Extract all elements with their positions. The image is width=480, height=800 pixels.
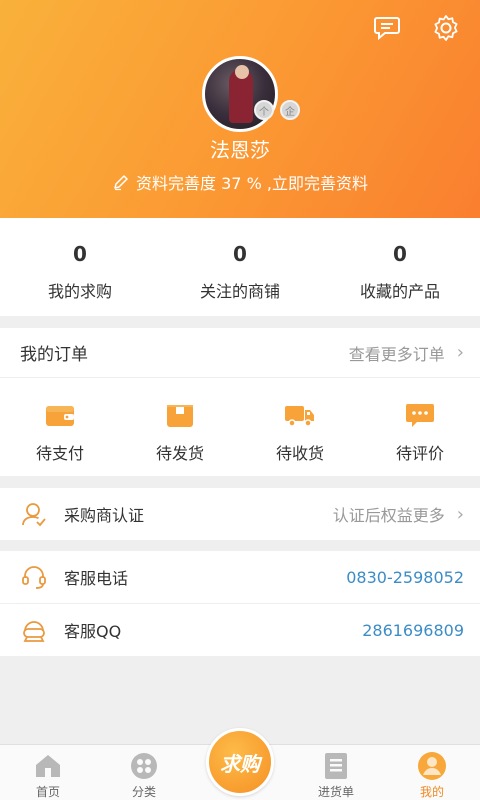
tab-purchase-list[interactable]: 进货单 — [288, 745, 384, 800]
avatar-head — [235, 65, 249, 79]
orders-title: 我的订单 — [20, 345, 88, 365]
headset-icon — [20, 564, 48, 590]
qq-service-icon — [20, 617, 48, 643]
orders-section: 我的订单 查看更多订单 › 待支付 待发货 待收货 待评价 — [0, 328, 480, 476]
category-icon — [129, 751, 159, 781]
message-icon[interactable] — [372, 14, 402, 42]
stat-label: 我的求购 — [47, 282, 112, 301]
order-pending-payment[interactable]: 待支付 — [0, 378, 120, 476]
personal-badge: 个 — [254, 100, 274, 120]
stat-label: 收藏的产品 — [359, 282, 440, 301]
stat-value: 0 — [73, 242, 87, 266]
user-verify-icon — [20, 501, 48, 527]
order-status-label: 待发货 — [155, 444, 204, 463]
order-pending-shipment[interactable]: 待发货 — [120, 378, 240, 476]
order-status-label: 待支付 — [35, 444, 84, 463]
order-pending-receipt[interactable]: 待收货 — [240, 378, 360, 476]
order-pending-review[interactable]: 待评价 — [360, 378, 480, 476]
request-purchase-button[interactable]: 求购 — [206, 728, 274, 796]
comment-icon — [405, 402, 435, 428]
stat-value: 0 — [233, 242, 247, 266]
service-phone-number[interactable]: 0830-2598052 — [346, 568, 464, 587]
wallet-icon — [45, 402, 75, 428]
certification-hint: 认证后权益更多 — [332, 506, 445, 525]
profile-icon — [417, 751, 447, 781]
username: 法恩莎 — [210, 138, 270, 162]
chevron-right-icon: › — [456, 503, 464, 525]
buyer-certification-label: 采购商认证 — [64, 506, 145, 525]
service-phone-row[interactable]: 客服电话 0830-2598052 — [0, 551, 480, 603]
tab-label: 分类 — [131, 785, 156, 799]
tab-label: 我的 — [419, 785, 444, 799]
complete-profile-link[interactable]: 资料完善度 37 % ,立即完善资料 — [0, 170, 480, 194]
stat-label: 关注的商铺 — [199, 282, 280, 301]
avatar[interactable] — [202, 56, 278, 132]
purchase-list-icon — [323, 751, 349, 781]
tab-category[interactable]: 分类 — [96, 745, 192, 800]
home-icon — [34, 751, 62, 781]
order-status-label: 待收货 — [275, 444, 324, 463]
stat-followed-shops[interactable]: 0 关注的商铺 — [160, 218, 320, 316]
order-status-label: 待评价 — [395, 444, 444, 463]
tab-profile[interactable]: 我的 — [384, 745, 480, 800]
profile-completion-text: 资料完善度 37 % ,立即完善资料 — [136, 174, 368, 193]
truck-icon — [284, 402, 316, 428]
profile-header: 个 企 法恩莎 资料完善度 37 % ,立即完善资料 — [0, 0, 480, 218]
service-phone-label: 客服电话 — [64, 569, 129, 588]
tab-home[interactable]: 首页 — [0, 745, 96, 800]
stats-bar: 0 我的求购 0 关注的商铺 0 收藏的产品 — [0, 218, 480, 316]
service-qq-row[interactable]: 客服QQ 2861696809 — [0, 604, 480, 656]
settings-icon[interactable] — [431, 14, 461, 42]
company-badge: 企 — [280, 100, 300, 120]
box-icon — [166, 402, 194, 428]
orders-header[interactable]: 我的订单 查看更多订单 › — [0, 328, 480, 378]
stat-favorite-products[interactable]: 0 收藏的产品 — [320, 218, 480, 316]
buyer-certification-row[interactable]: 采购商认证 认证后权益更多 › — [0, 488, 480, 540]
stat-my-requests[interactable]: 0 我的求购 — [0, 218, 160, 316]
pencil-icon — [112, 173, 130, 191]
tab-label: 进货单 — [317, 785, 354, 799]
tab-label: 首页 — [35, 785, 60, 799]
stat-value: 0 — [393, 242, 407, 266]
order-status-row: 待支付 待发货 待收货 待评价 — [0, 378, 480, 476]
view-more-orders-label: 查看更多订单 — [348, 344, 445, 364]
view-more-orders[interactable]: 查看更多订单 › — [349, 341, 464, 365]
service-qq-number[interactable]: 2861696809 — [362, 621, 464, 640]
chevron-right-icon: › — [456, 342, 464, 363]
service-qq-label: 客服QQ — [64, 622, 122, 641]
